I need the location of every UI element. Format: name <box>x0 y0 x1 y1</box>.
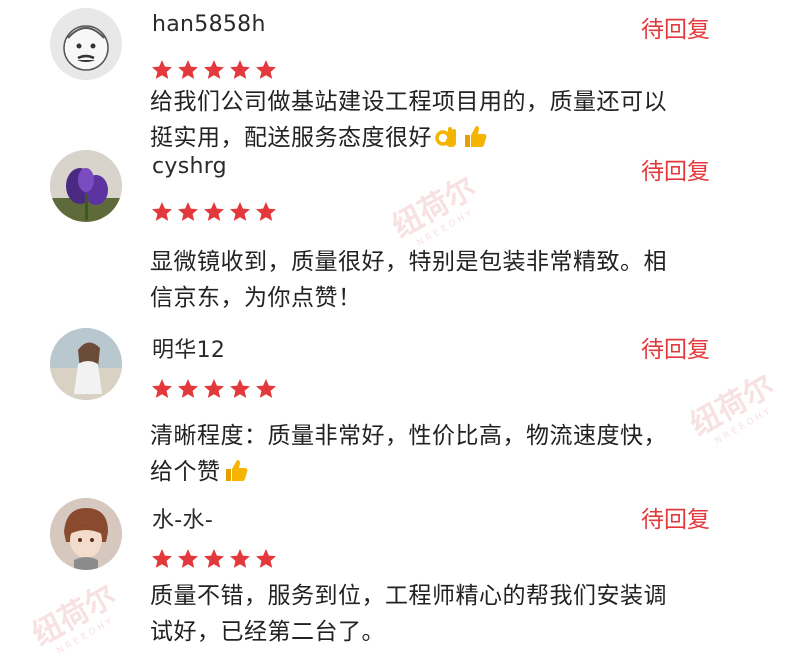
star-icon <box>256 60 276 79</box>
watermark: 纽荷尔 NREEOHY <box>386 170 482 249</box>
review-content: 给我们公司做基站建设工程项目用的，质量还可以 挺实用，配送服务态度很好 <box>150 84 730 156</box>
review-text-line: 清晰程度：质量非常好，性价比高，物流速度快， <box>150 423 667 449</box>
avatar[interactable] <box>50 150 122 222</box>
star-rating <box>150 547 278 571</box>
username: 明华12 <box>152 338 226 363</box>
avatar[interactable] <box>50 328 122 400</box>
review-text-line: 质量不错，服务到位，工程师精心的帮我们安装调 <box>150 583 667 609</box>
username: han5858h <box>152 12 266 37</box>
reply-status-button[interactable]: 待回复 <box>641 152 710 186</box>
avatar[interactable] <box>50 8 122 80</box>
purple-flower-avatar-icon <box>50 150 122 222</box>
star-icon <box>178 202 198 221</box>
username: cyshrg <box>152 154 227 179</box>
review-text-line: 给我们公司做基站建设工程项目用的，质量还可以 <box>150 89 667 115</box>
review-text-line: 试好，已经第二台了。 <box>150 619 385 645</box>
star-icon <box>256 379 276 398</box>
avatar[interactable] <box>50 498 122 570</box>
thumbs-up-icon <box>465 126 487 147</box>
thumbs-up-icon <box>225 460 247 481</box>
review-content: 质量不错，服务到位，工程师精心的帮我们安装调 试好，已经第二台了。 <box>150 578 730 650</box>
star-icon <box>256 202 276 221</box>
review-content: 清晰程度：质量非常好，性价比高，物流速度快， 给个赞 <box>150 418 730 490</box>
star-icon <box>178 549 198 568</box>
star-icon <box>152 549 172 568</box>
star-icon <box>152 202 172 221</box>
watermark: 纽荷尔 NREEOHY <box>26 578 122 657</box>
star-icon <box>178 60 198 79</box>
star-icon <box>230 549 250 568</box>
ok-hand-icon <box>435 127 456 147</box>
reply-status-button[interactable]: 待回复 <box>641 500 710 534</box>
star-icon <box>230 379 250 398</box>
star-icon <box>152 379 172 398</box>
star-icon <box>204 379 224 398</box>
star-rating <box>150 58 278 82</box>
star-icon <box>204 60 224 79</box>
star-icon <box>230 202 250 221</box>
star-rating <box>150 200 278 224</box>
reply-status-button[interactable]: 待回复 <box>641 330 710 364</box>
review-text-line: 信京东，为你点赞！ <box>150 285 362 311</box>
username: 水-水- <box>152 508 214 533</box>
review-text-line: 给个赞 <box>150 459 221 485</box>
review-text-line: 显微镜收到，质量很好，特别是包装非常精致。相 <box>150 249 667 275</box>
anime-boy-avatar-icon <box>50 498 122 570</box>
star-icon <box>230 60 250 79</box>
review-text-line-with-emoji: 挺实用，配送服务态度很好 <box>150 120 730 156</box>
girl-photo-avatar-icon <box>50 328 122 400</box>
star-icon <box>178 379 198 398</box>
cartoon-face-avatar-icon <box>50 8 122 80</box>
review-text-line-with-emoji: 给个赞 <box>150 454 730 490</box>
star-icon <box>204 202 224 221</box>
reply-status-button[interactable]: 待回复 <box>641 10 710 44</box>
review-text-line: 挺实用，配送服务态度很好 <box>150 125 432 151</box>
star-icon <box>204 549 224 568</box>
review-content: 显微镜收到，质量很好，特别是包装非常精致。相 信京东，为你点赞！ <box>150 244 730 316</box>
star-icon <box>152 60 172 79</box>
star-icon <box>256 549 276 568</box>
star-rating <box>150 377 278 401</box>
